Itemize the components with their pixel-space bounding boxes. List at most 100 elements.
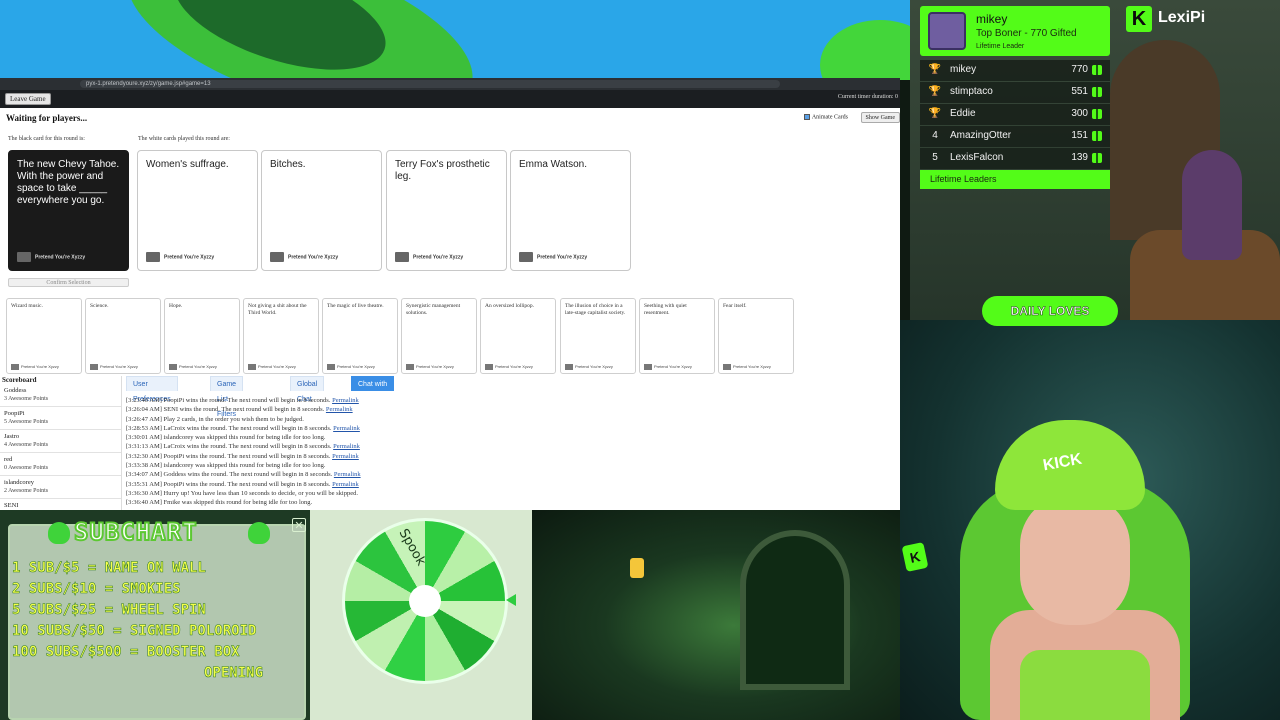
wheel-pointer-icon (506, 594, 516, 606)
black-card-label: The black card for this round is: (8, 136, 85, 142)
cards-logo-icon (723, 364, 731, 370)
card-brand: Pretend You're Xyzzy (723, 364, 771, 370)
permalink-link[interactable]: Permalink (332, 397, 359, 404)
leaderboard-name: mikey (950, 64, 977, 75)
show-game-button[interactable]: Show Game (860, 112, 900, 123)
permalink-link[interactable]: Permalink (332, 453, 359, 460)
cards-logo-icon (17, 252, 31, 262)
confirm-selection-button[interactable]: Confirm Selection (8, 278, 129, 287)
hand-card-text: The illusion of choice in a late-stage c… (565, 303, 626, 316)
card-brand-label: Pretend You're Xyzzy (495, 364, 533, 370)
checkbox-icon[interactable] (803, 114, 810, 120)
black-card-text: The new Chevy Tahoe. With the power and … (17, 159, 120, 206)
hand-card[interactable]: Not giving a shit about the Third World.… (243, 298, 319, 374)
leaderboard-row: 🏆 Eddie 300 (920, 104, 1110, 125)
card-brand-label: Pretend You're Xyzzy (21, 364, 59, 370)
spin-wheel-panel: Spook (310, 510, 532, 720)
close-icon: ✕ (292, 518, 306, 532)
hand-card[interactable]: An oversized lollipop. Pretend You're Xy… (480, 298, 556, 374)
log-line: [3:36:40 AM] Fmike was skipped this roun… (126, 498, 626, 507)
permalink-link[interactable]: Permalink (334, 471, 361, 478)
trophy-icon: 🏆 (928, 64, 942, 75)
card-brand: Pretend You're Xyzzy (270, 252, 338, 262)
played-card[interactable]: Bitches. Pretend You're Xyzzy (261, 150, 382, 271)
permalink-link[interactable]: Permalink (333, 425, 360, 432)
black-card: The new Chevy Tahoe. With the power and … (8, 150, 129, 271)
permalink-link[interactable]: Permalink (333, 443, 360, 450)
cards-logo-icon (406, 364, 414, 370)
scoreboard: Scoreboard Goddess 3 Awesome Points Poop… (0, 376, 122, 510)
played-card-text: Terry Fox's prosthetic leg. (395, 159, 490, 182)
avatar (928, 12, 966, 50)
skull-icon (48, 522, 70, 544)
hand-card[interactable]: Seething with quiet resentment. Pretend … (639, 298, 715, 374)
cards-logo-icon (90, 364, 98, 370)
permalink-link[interactable]: Permalink (326, 406, 353, 413)
played-card[interactable]: Emma Watson. Pretend You're Xyzzy (510, 150, 631, 271)
hand-card[interactable]: Science. Pretend You're Xyzzy (85, 298, 161, 374)
log-text: [3:31:13 AM] LaCroix wins the round. The… (126, 443, 332, 451)
player-name: PoopiPi (4, 410, 25, 417)
permalink-link[interactable]: Permalink (332, 481, 359, 488)
tab-user-preferences[interactable]: User Preferences (126, 376, 178, 403)
hand-card-text: Wizard music. (11, 303, 43, 309)
hand-card[interactable]: Hope. Pretend You're Xyzzy (164, 298, 240, 374)
cards-logo-icon (519, 252, 533, 262)
daily-loves-banner: DAILY LOVES (982, 296, 1118, 326)
log-line: [3:26:47 AM] Play 2 cards, in the order … (126, 415, 626, 424)
log-text: [3:32:30 AM] PoopiPi wins the round. The… (126, 452, 331, 460)
card-brand-label: Pretend You're Xyzzy (337, 364, 375, 370)
leaderboard-value: 300 (1071, 108, 1088, 119)
cards-logo-icon (11, 364, 19, 370)
url-input[interactable]: pyx-1.pretendyoure.xyz/zy/game.jsp#game=… (80, 80, 780, 88)
tab-game-list-filters[interactable]: Game List Filters (210, 376, 244, 418)
log-text: [3:23:40 AM] PoopiPi wins the round. The… (126, 397, 331, 404)
top-leader-subtitle: Top Boner - 770 Gifted (976, 28, 1077, 39)
tab-chat-with-game-members[interactable]: Chat with game members (351, 376, 395, 418)
cards-logo-icon (270, 252, 284, 262)
pixel-character-art (1182, 150, 1242, 260)
card-brand-label: Pretend You're Xyzzy (35, 254, 86, 261)
hand-card[interactable]: Synergistic management solutions. Preten… (401, 298, 477, 374)
card-brand-label: Pretend You're Xyzzy (179, 364, 217, 370)
log-line: [3:35:31 AM] PoopiPi wins the round. The… (126, 480, 626, 489)
played-card[interactable]: Women's suffrage. Pretend You're Xyzzy (137, 150, 258, 271)
log-text: [3:36:40 AM] Fmike was skipped this roun… (126, 499, 313, 507)
leave-game-button[interactable]: Leave Game (5, 93, 51, 105)
card-brand: Pretend You're Xyzzy (485, 364, 533, 370)
streamer-face (1020, 495, 1130, 625)
hand-card[interactable]: The magic of live theatre. Pretend You'r… (322, 298, 398, 374)
card-brand-label: Pretend You're Xyzzy (413, 254, 464, 261)
gift-icon (1092, 131, 1102, 141)
hand-card-text: Science. (90, 303, 109, 309)
game-header: Waiting for players... Animate Cards Sho… (0, 108, 900, 128)
leaderboard-rank: 4 (932, 130, 938, 141)
log-text: [3:36:30 AM] Hurry up! You have less tha… (126, 489, 358, 497)
log-line: [3:36:30 AM] Hurry up! You have less tha… (126, 489, 626, 498)
card-brand-label: Pretend You're Xyzzy (733, 364, 771, 370)
gift-icon (1092, 109, 1102, 119)
card-brand: Pretend You're Xyzzy (146, 252, 214, 262)
chat-log: [3:23:40 AM] PoopiPi wins the round. The… (126, 396, 626, 508)
leaderboard-row: 🏆 mikey 770 (920, 60, 1110, 81)
player-name: Goddess (4, 387, 27, 394)
card-brand: Pretend You're Xyzzy (395, 252, 463, 262)
animate-cards-checkbox[interactable]: Animate Cards (803, 114, 848, 120)
hand-card-text: Fear itself. (723, 303, 747, 309)
wheel-hub (409, 585, 441, 617)
player-name: SENI (4, 502, 19, 509)
player-points: 4 Awesome Points (4, 442, 49, 448)
lantern-icon (630, 558, 644, 578)
tab-global-chat[interactable]: Global Chat (290, 376, 325, 403)
hand-card[interactable]: The illusion of choice in a late-stage c… (560, 298, 636, 374)
card-brand-label: Pretend You're Xyzzy (537, 254, 588, 261)
leaderboard-row: 4 AmazingOtter 151 (920, 126, 1110, 147)
played-card[interactable]: Terry Fox's prosthetic leg. Pretend You'… (386, 150, 507, 271)
log-text: [3:35:31 AM] PoopiPi wins the round. The… (126, 480, 331, 488)
card-brand: Pretend You're Xyzzy (565, 364, 613, 370)
top-banner-art (0, 0, 910, 80)
card-brand-label: Pretend You're Xyzzy (654, 364, 692, 370)
hand-card[interactable]: Fear itself. Pretend You're Xyzzy (718, 298, 794, 374)
hand-card[interactable]: Wizard music. Pretend You're Xyzzy (6, 298, 82, 374)
card-brand-label: Pretend You're Xyzzy (288, 254, 339, 261)
